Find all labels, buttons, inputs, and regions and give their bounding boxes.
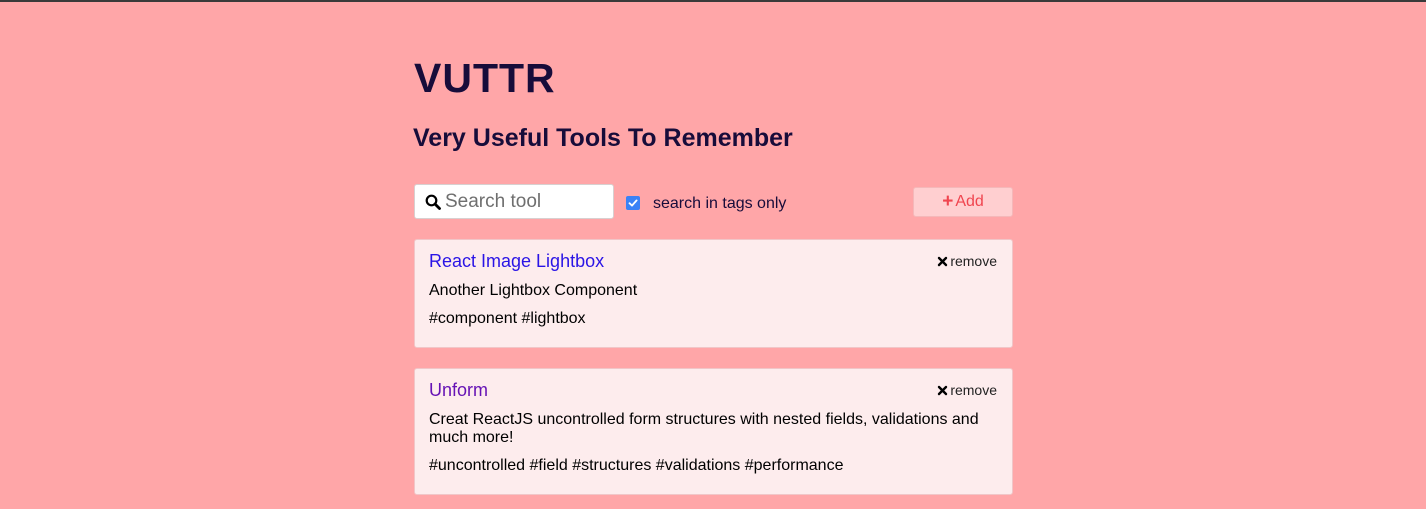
search-box[interactable]	[414, 184, 614, 219]
search-input[interactable]	[445, 190, 605, 213]
app-title: VUTTR	[414, 55, 556, 101]
tool-title-link[interactable]: Unform	[429, 380, 488, 401]
tool-description: Another Lightbox Component	[429, 282, 638, 299]
check-icon	[628, 199, 638, 207]
close-icon	[938, 385, 948, 395]
tool-description: Creat ReactJS uncontrolled form structur…	[429, 411, 979, 446]
tool-tags: #component #lightbox	[429, 310, 586, 327]
add-button-label: Add	[955, 193, 984, 210]
remove-label: remove	[950, 253, 997, 269]
tool-card: Unform remove Creat ReactJS uncontrolled…	[414, 368, 1013, 495]
remove-label: remove	[950, 382, 997, 398]
close-icon	[938, 256, 948, 266]
tags-only-label[interactable]: search in tags only	[653, 195, 786, 213]
tool-tags: #uncontrolled #field #structures #valida…	[429, 457, 844, 474]
add-button[interactable]: + Add	[913, 187, 1013, 217]
remove-button[interactable]: remove	[937, 382, 997, 398]
search-icon	[425, 194, 441, 210]
remove-button[interactable]: remove	[937, 253, 997, 269]
tags-only-checkbox[interactable]	[626, 196, 640, 210]
plus-icon: +	[942, 191, 954, 212]
tool-title-link[interactable]: React Image Lightbox	[429, 251, 604, 272]
app-subtitle: Very Useful Tools To Remember	[413, 124, 793, 152]
tool-card: React Image Lightbox remove Another Ligh…	[414, 239, 1013, 348]
